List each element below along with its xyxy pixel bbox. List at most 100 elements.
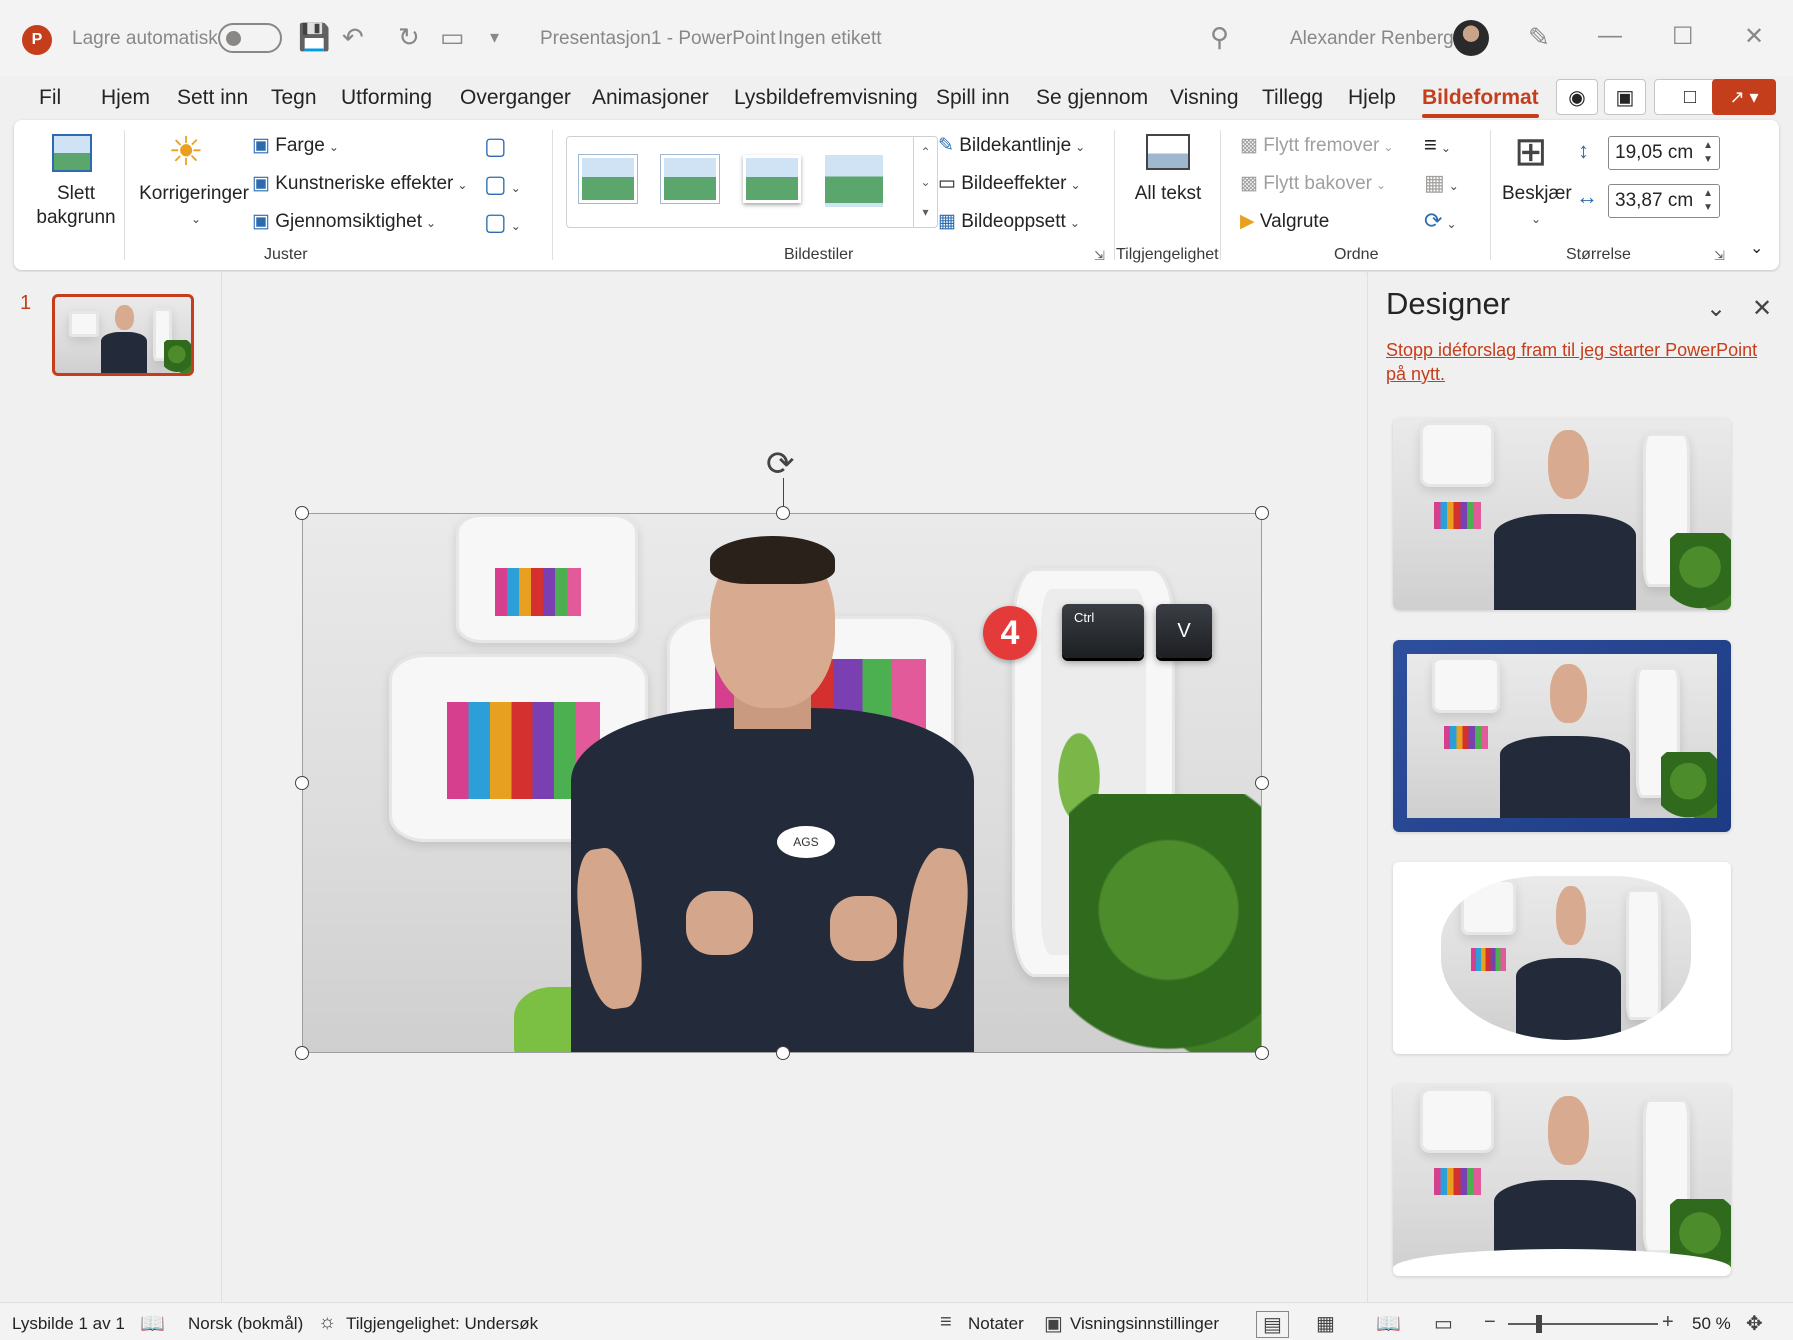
undo-icon[interactable]: ↶: [342, 22, 364, 52]
picture-style-thumb[interactable]: [661, 155, 719, 203]
spelling-icon[interactable]: 📖: [140, 1311, 165, 1336]
tab-insert[interactable]: Sett inn: [177, 86, 248, 110]
gallery-up-icon[interactable]: ⌃: [913, 137, 937, 167]
stop-suggestions-link[interactable]: Stopp idéforslag fram til jeg starter Po…: [1386, 338, 1776, 386]
save-icon[interactable]: 💾: [298, 22, 330, 52]
design-idea-card[interactable]: [1393, 1084, 1731, 1276]
close-icon[interactable]: ✕: [1744, 22, 1764, 51]
change-picture-icon[interactable]: ▢ ⌄: [484, 170, 521, 199]
reading-view-icon[interactable]: 📖: [1376, 1311, 1401, 1336]
present-icon[interactable]: ▭: [440, 22, 465, 52]
tab-view[interactable]: Visning: [1170, 86, 1239, 110]
rotate-objects-icon[interactable]: ⟳ ⌄: [1424, 208, 1457, 234]
reset-picture-icon[interactable]: ▢ ⌄: [484, 208, 521, 237]
picture-style-thumb[interactable]: [825, 155, 883, 203]
resize-handle[interactable]: [1255, 506, 1269, 520]
picture-styles-gallery[interactable]: ⌃ ⌄ ▾: [566, 136, 938, 228]
gallery-down-icon[interactable]: ⌄: [913, 167, 937, 197]
resize-handle[interactable]: [295, 1046, 309, 1060]
sensitivity-label[interactable]: Ingen etikett: [778, 28, 882, 50]
slide-thumbnail[interactable]: [52, 294, 194, 376]
fit-to-window-icon[interactable]: ✥: [1746, 1311, 1763, 1336]
send-backward-button[interactable]: ▩ Flytt bakover ⌄: [1240, 172, 1386, 195]
picture-style-thumb[interactable]: [579, 155, 637, 203]
zoom-level[interactable]: 50 %: [1692, 1314, 1731, 1334]
view-settings-icon[interactable]: ▣: [1044, 1311, 1063, 1336]
slide-sorter-icon[interactable]: ▦: [1316, 1311, 1335, 1336]
alt-text-button[interactable]: All tekst: [1130, 182, 1206, 206]
tab-addins[interactable]: Tillegg: [1262, 86, 1323, 110]
bring-forward-button[interactable]: ▩ Flytt fremover ⌄: [1240, 134, 1393, 157]
width-spinner-icon[interactable]: ▲ ▼: [1703, 187, 1713, 215]
normal-view-icon[interactable]: ▤: [1256, 1311, 1289, 1338]
crop-button[interactable]: Beskjær ⌄: [1502, 182, 1572, 231]
design-idea-card[interactable]: [1393, 418, 1731, 610]
width-field[interactable]: 33,87 cm ▲ ▼: [1608, 184, 1720, 218]
zoom-slider[interactable]: [1508, 1323, 1658, 1325]
height-field[interactable]: 19,05 cm ▲ ▼: [1608, 136, 1720, 170]
rotate-handle-icon[interactable]: ⟳: [766, 444, 795, 484]
slide-picture[interactable]: AGS: [302, 513, 1262, 1053]
redo-icon[interactable]: ↻: [398, 22, 420, 52]
language-status[interactable]: Norsk (bokmål): [188, 1314, 303, 1334]
selection-pane-button[interactable]: ▶ Valgrute: [1240, 210, 1329, 233]
design-idea-card[interactable]: [1393, 862, 1731, 1054]
avatar[interactable]: [1453, 20, 1489, 56]
tab-draw[interactable]: Tegn: [271, 86, 317, 110]
accessibility-status[interactable]: Tilgjengelighet: Undersøk: [346, 1314, 538, 1334]
customize-quick-access-icon[interactable]: ▾: [490, 22, 499, 52]
accessibility-icon[interactable]: ☼: [318, 1311, 336, 1334]
teams-icon[interactable]: ▣: [1604, 79, 1646, 115]
color-button[interactable]: ▣ Farge ⌄: [252, 134, 339, 157]
height-spinner-icon[interactable]: ▲ ▼: [1703, 139, 1713, 167]
maximize-icon[interactable]: ☐: [1672, 22, 1694, 51]
notes-button[interactable]: Notater: [968, 1314, 1024, 1334]
minimize-icon[interactable]: —: [1598, 22, 1622, 50]
artistic-effects-button[interactable]: ▣ Kunstneriske effekter ⌄: [252, 172, 467, 195]
picture-styles-launcher-icon[interactable]: ⇲: [1094, 248, 1105, 264]
slide-info[interactable]: Lysbilde 1 av 1: [12, 1314, 125, 1334]
tab-design[interactable]: Utforming: [341, 86, 432, 110]
tab-record[interactable]: Spill inn: [936, 86, 1010, 110]
share-button[interactable]: ↗ ▾: [1712, 79, 1776, 115]
resize-handle[interactable]: [295, 506, 309, 520]
resize-handle[interactable]: [1255, 776, 1269, 790]
collapse-ribbon-icon[interactable]: ⌄: [1750, 238, 1763, 258]
tab-file[interactable]: Fil: [39, 86, 61, 110]
design-idea-card[interactable]: [1393, 640, 1731, 832]
resize-handle[interactable]: [776, 1046, 790, 1060]
tab-transitions[interactable]: Overganger: [460, 86, 571, 110]
group-objects-icon[interactable]: ▦ ⌄: [1424, 170, 1459, 196]
notes-icon[interactable]: ≡: [940, 1311, 952, 1334]
corrections-button[interactable]: Korrigeringer ⌄: [134, 182, 254, 231]
zoom-out-icon[interactable]: −: [1484, 1311, 1496, 1334]
user-name[interactable]: Alexander Renberg: [1290, 28, 1454, 50]
search-icon[interactable]: ⚲: [1210, 22, 1229, 52]
remove-background-button[interactable]: Slett bakgrunn: [26, 182, 126, 230]
zoom-slider-thumb[interactable]: [1536, 1315, 1542, 1333]
size-launcher-icon[interactable]: ⇲: [1714, 248, 1725, 264]
record-icon[interactable]: ◉: [1556, 79, 1598, 115]
pen-icon[interactable]: ✎: [1528, 22, 1550, 52]
chevron-down-icon[interactable]: ⌄: [1706, 294, 1726, 323]
slideshow-icon[interactable]: ▭: [1434, 1311, 1453, 1336]
compress-pictures-icon[interactable]: ▢: [484, 132, 507, 161]
close-icon[interactable]: ✕: [1752, 294, 1772, 323]
resize-handle[interactable]: [1255, 1046, 1269, 1060]
zoom-in-icon[interactable]: +: [1662, 1311, 1674, 1334]
tab-picture-format[interactable]: Bildeformat: [1422, 86, 1539, 118]
tab-animations[interactable]: Animasjoner: [592, 86, 709, 110]
autosave-toggle[interactable]: [218, 23, 282, 53]
picture-border-button[interactable]: ✎ Bildekantlinje ⌄: [938, 134, 1085, 157]
picture-style-thumb[interactable]: [743, 155, 801, 203]
transparency-button[interactable]: ▣ Gjennomsiktighet ⌄: [252, 210, 436, 233]
resize-handle[interactable]: [776, 506, 790, 520]
tab-slideshow[interactable]: Lysbildefremvisning: [734, 86, 918, 110]
tab-review[interactable]: Se gjennom: [1036, 86, 1148, 110]
view-settings-button[interactable]: Visningsinnstillinger: [1070, 1314, 1219, 1334]
picture-effects-button[interactable]: ▭ Bildeeffekter ⌄: [938, 172, 1081, 195]
align-icon[interactable]: ≡ ⌄: [1424, 132, 1451, 158]
tab-help[interactable]: Hjelp: [1348, 86, 1396, 110]
gallery-more-icon[interactable]: ▾: [913, 197, 937, 227]
tab-home[interactable]: Hjem: [101, 86, 150, 110]
